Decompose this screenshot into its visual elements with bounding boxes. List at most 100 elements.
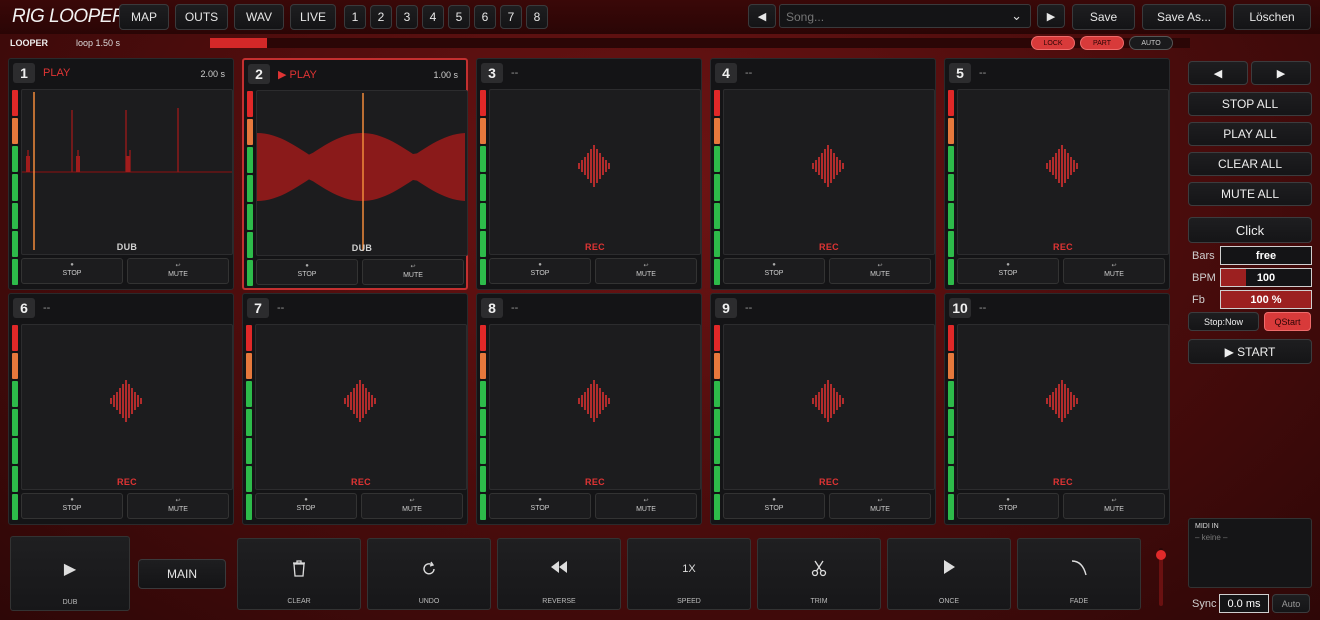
auto-toggle[interactable]: AUTO (1129, 36, 1173, 50)
track-stop-button[interactable]: ● STOP (489, 258, 591, 284)
bank-button-7[interactable]: 7 (500, 5, 522, 29)
once-button[interactable]: ONCE (887, 538, 1011, 610)
waveform-display[interactable]: REC (723, 89, 935, 255)
trim-button[interactable]: TRIM (757, 538, 881, 610)
track-duration: 1.00 s (433, 70, 458, 80)
waveform-display[interactable]: DUB (21, 89, 233, 255)
bank-button-8[interactable]: 8 (526, 5, 548, 29)
track-stop-button[interactable]: ● STOP (957, 493, 1059, 519)
waveform-display[interactable]: REC (255, 324, 467, 490)
page-prev-icon[interactable]: ◀ (1188, 61, 1248, 85)
waveform-display[interactable]: REC (957, 324, 1169, 490)
track-panel-10[interactable]: 10 -- REC ● STOP ↩ MUTE (944, 293, 1170, 525)
start-button[interactable]: ▶ START (1188, 339, 1312, 364)
fade-button[interactable]: FADE (1017, 538, 1141, 610)
track-panel-3[interactable]: 3 -- REC ● STOP ↩ MUTE (476, 58, 702, 290)
outs-button[interactable]: OUTS (175, 4, 228, 30)
speed-button[interactable]: 1X SPEED (627, 538, 751, 610)
track-panel-5[interactable]: 5 -- REC ● STOP ↩ MUTE (944, 58, 1170, 290)
main-button[interactable]: MAIN (138, 559, 226, 589)
mute-all-button[interactable]: MUTE ALL (1188, 182, 1312, 206)
part-toggle[interactable]: PART (1080, 36, 1124, 50)
track-stop-button[interactable]: ● STOP (489, 493, 591, 519)
track-mute-button[interactable]: ↩ MUTE (1063, 493, 1165, 519)
track-stop-button[interactable]: ● STOP (255, 493, 357, 519)
track-stop-button[interactable]: ● STOP (957, 258, 1059, 284)
clear-button[interactable]: CLEAR (237, 538, 361, 610)
lock-toggle[interactable]: LOCK (1031, 36, 1075, 50)
track-mute-button[interactable]: ↩ MUTE (829, 258, 931, 284)
bars-field[interactable]: free (1220, 246, 1312, 265)
track-stop-button[interactable]: ● STOP (256, 259, 358, 285)
page-next-icon[interactable]: ▶ (1251, 61, 1311, 85)
track-panel-6[interactable]: 6 -- REC ● STOP ↩ MUTE (8, 293, 234, 525)
clear-all-button[interactable]: CLEAR ALL (1188, 152, 1312, 176)
track-panel-7[interactable]: 7 -- REC ● STOP ↩ MUTE (242, 293, 468, 525)
track-stop-button[interactable]: ● STOP (723, 493, 825, 519)
bpm-field[interactable]: 100 (1220, 268, 1312, 287)
click-button[interactable]: Click (1188, 217, 1312, 243)
live-button[interactable]: LIVE (290, 4, 336, 30)
track-mute-button[interactable]: ↩ MUTE (1063, 258, 1165, 284)
stop-label: STOP (764, 505, 784, 512)
delete-button[interactable]: Löschen (1233, 4, 1311, 30)
track-mute-button[interactable]: ↩ MUTE (362, 259, 464, 285)
sync-field[interactable]: 0.0 ms (1219, 594, 1269, 613)
waveform-display[interactable]: REC (957, 89, 1169, 255)
track-mute-button[interactable]: ↩ MUTE (595, 493, 697, 519)
chevron-down-icon[interactable]: ⌄ (1011, 8, 1022, 24)
track-panel-4[interactable]: 4 -- REC ● STOP ↩ MUTE (710, 58, 936, 290)
volume-slider-knob[interactable] (1156, 549, 1166, 560)
track-stop-button[interactable]: ● STOP (21, 258, 123, 284)
track-panel-2[interactable]: 2 ▶ PLAY 1.00 s DUB ● STOP ↩ MUTE (242, 58, 468, 290)
waveform-graphic (257, 93, 465, 251)
wav-button[interactable]: WAV (234, 4, 284, 30)
stop-now-button[interactable]: Stop:Now (1188, 312, 1259, 331)
bank-button-3[interactable]: 3 (396, 5, 418, 29)
track-mute-button[interactable]: ↩ MUTE (127, 258, 229, 284)
track-panel-8[interactable]: 8 -- REC ● STOP ↩ MUTE (476, 293, 702, 525)
bank-button-1[interactable]: 1 (344, 5, 366, 29)
map-button[interactable]: MAP (119, 4, 169, 30)
bank-button-2[interactable]: 2 (370, 5, 392, 29)
dub-button[interactable]: ▶ DUB (10, 536, 130, 611)
track-mute-button[interactable]: ↩ MUTE (829, 493, 931, 519)
waveform-display[interactable]: REC (723, 324, 935, 490)
play-all-button[interactable]: PLAY ALL (1188, 122, 1312, 146)
reverse-button[interactable]: REVERSE (497, 538, 621, 610)
meter-segment (714, 90, 720, 117)
meter-segment (12, 493, 18, 520)
waveform-display[interactable]: DUB (256, 90, 468, 256)
bank-button-6[interactable]: 6 (474, 5, 496, 29)
song-next-icon[interactable]: ▶ (1037, 4, 1065, 28)
track-stop-button[interactable]: ● STOP (723, 258, 825, 284)
waveform-display[interactable]: REC (489, 89, 701, 255)
track-stop-button[interactable]: ● STOP (21, 493, 123, 519)
waveform-display[interactable]: REC (489, 324, 701, 490)
midi-in-panel[interactable]: MIDI IN – keine – (1188, 518, 1312, 588)
undo-button[interactable]: UNDO (367, 538, 491, 610)
track-mute-button[interactable]: ↩ MUTE (361, 493, 463, 519)
stop-all-button[interactable]: STOP ALL (1188, 92, 1312, 116)
track-mute-button[interactable]: ↩ MUTE (127, 493, 229, 519)
bpm-fill (1221, 269, 1247, 286)
bank-button-4[interactable]: 4 (422, 5, 444, 29)
waveform-mode-label: REC (585, 477, 605, 487)
qstart-button[interactable]: QStart (1264, 312, 1311, 331)
waveform-display[interactable]: REC (21, 324, 233, 490)
track-panel-1[interactable]: 1 PLAY 2.00 s DUB ● STOP ↩ MUTE (8, 58, 234, 290)
song-prev-icon[interactable]: ◀ (748, 4, 776, 28)
bank-button-5[interactable]: 5 (448, 5, 470, 29)
save-as-button[interactable]: Save As... (1142, 4, 1226, 30)
song-input[interactable] (786, 8, 996, 25)
save-button[interactable]: Save (1072, 4, 1135, 30)
level-meter (246, 325, 252, 520)
level-meter (480, 325, 486, 520)
song-select[interactable]: ⌄ (779, 4, 1031, 28)
sync-auto-button[interactable]: Auto (1272, 594, 1310, 613)
meter-segment (948, 118, 954, 145)
meter-segment (480, 230, 486, 257)
track-mute-button[interactable]: ↩ MUTE (595, 258, 697, 284)
track-panel-9[interactable]: 9 -- REC ● STOP ↩ MUTE (710, 293, 936, 525)
fb-field[interactable]: 100 % (1220, 290, 1312, 309)
